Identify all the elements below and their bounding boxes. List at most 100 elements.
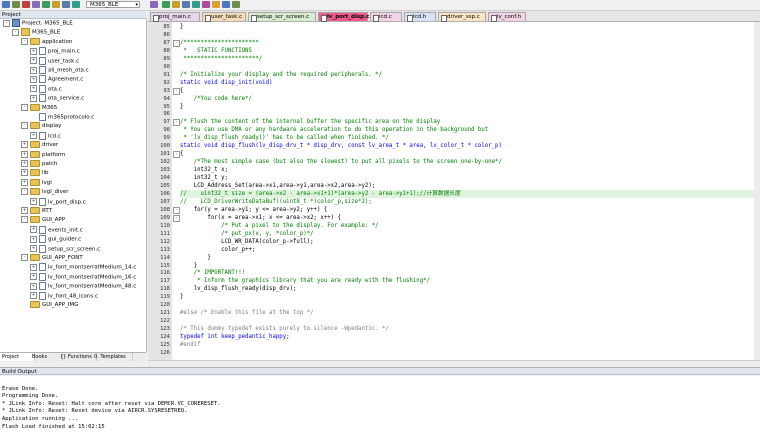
code-line[interactable]: /*You code here*/: [180, 95, 760, 103]
expand-icon[interactable]: +: [30, 94, 37, 102]
expand-icon[interactable]: +: [30, 57, 37, 65]
code-line[interactable]: #endif: [180, 341, 760, 349]
code-line[interactable]: [180, 63, 760, 71]
collapse-icon[interactable]: -: [21, 103, 28, 111]
fold-toggle-icon[interactable]: -: [173, 39, 180, 47]
tree-item[interactable]: - Project: M365_BLE: [3, 19, 73, 28]
tree-item[interactable]: + lvgl: [21, 178, 52, 188]
editor-tab[interactable]: lcd.h: [404, 12, 436, 22]
expand-icon[interactable]: +: [30, 263, 37, 271]
tree-item[interactable]: + lib: [21, 169, 49, 178]
expand-icon[interactable]: +: [30, 292, 37, 300]
toolbar-button[interactable]: [12, 1, 20, 8]
tree-item[interactable]: + setup_scr_screen.c: [30, 244, 100, 254]
code-line[interactable]: lv_disp_flush_ready(disp_drv);: [180, 285, 760, 293]
code-line[interactable]: static void disp_flush(lv_disp_drv_t * d…: [180, 142, 760, 150]
tree-item[interactable]: + lv_font_montserratMedium_48.c: [30, 282, 136, 291]
toolbar-button[interactable]: [202, 1, 210, 8]
expand-icon[interactable]: +: [30, 132, 37, 140]
expand-icon[interactable]: +: [30, 75, 37, 83]
tree-item[interactable]: - M365: [21, 103, 57, 113]
collapse-icon[interactable]: -: [21, 37, 28, 45]
tree-item[interactable]: + RTT: [21, 207, 52, 216]
code-line[interactable]: {: [180, 87, 760, 95]
tree-item[interactable]: + lv_font_montserratMedium_16.c: [30, 272, 136, 282]
tree-item[interactable]: + Agreement.c: [30, 75, 83, 84]
code-line[interactable]: }: [180, 23, 760, 31]
toolbar-button[interactable]: [72, 1, 80, 8]
tree-item[interactable]: + patch: [21, 160, 58, 169]
collapse-icon[interactable]: -: [21, 254, 28, 261]
fold-toggle-icon[interactable]: -: [173, 119, 180, 127]
tree-item[interactable]: + lv_font_montserratMedium_14.c: [30, 263, 136, 272]
toolbar-button[interactable]: [182, 1, 190, 8]
code-line[interactable]: * You can use DMA or any hardware accele…: [180, 126, 760, 134]
expand-icon[interactable]: +: [30, 245, 37, 253]
tree-item[interactable]: - lvgl_diver: [21, 188, 68, 197]
toolbar-button[interactable]: [150, 1, 158, 8]
code-line[interactable]: /* Put a pixel to the display. For examp…: [180, 222, 760, 230]
code-editor[interactable]: 85 86 87 88 89 90 91 92 93 94 95 96 97 98 99 100 101 102 1…: [148, 22, 760, 360]
expand-icon[interactable]: +: [30, 47, 37, 55]
tree-item[interactable]: + user_task.c: [30, 56, 79, 66]
tree-item[interactable]: + proj_main.c: [30, 47, 80, 56]
collapse-icon[interactable]: -: [12, 28, 19, 36]
code-line[interactable]: * Inform the graphics library that you a…: [180, 277, 760, 285]
expand-icon[interactable]: +: [30, 226, 37, 234]
toolbar-button[interactable]: [232, 1, 240, 8]
code-line[interactable]: }: [180, 103, 760, 111]
tree-item[interactable]: + events_init.c: [30, 225, 83, 235]
toolbar-button[interactable]: [172, 1, 180, 8]
expand-icon[interactable]: +: [30, 273, 37, 281]
toolbar-button[interactable]: [162, 1, 170, 8]
editor-tab[interactable]: driver_ssp.c: [438, 12, 486, 22]
code-line[interactable]: [180, 317, 760, 325]
tree-item[interactable]: - display: [21, 122, 62, 131]
expand-icon[interactable]: +: [21, 169, 28, 177]
tree-item[interactable]: - M365_BLE: [12, 28, 60, 37]
code-line[interactable]: **********************/: [180, 55, 760, 63]
tree-item[interactable]: GUI_APP_IMG: [21, 301, 78, 310]
editor-horizontal-scrollbar[interactable]: [148, 360, 760, 367]
tree-item[interactable]: + gui_guider.c: [30, 235, 81, 244]
expand-icon[interactable]: +: [21, 178, 28, 186]
collapse-icon[interactable]: -: [21, 188, 28, 196]
fold-toggle-icon[interactable]: -: [173, 151, 180, 159]
code-line[interactable]: }: [180, 293, 760, 301]
code-line[interactable]: }: [180, 254, 760, 262]
code-line[interactable]: for(x = area->x1; x <= area->x2; x++) {: [180, 214, 760, 222]
code-line[interactable]: /*The most simple case (but also the slo…: [180, 158, 760, 166]
tree-item[interactable]: + platform: [21, 150, 65, 160]
code-line[interactable]: /* Initialize your display and the requi…: [180, 71, 760, 79]
toolbar-button[interactable]: [32, 1, 40, 8]
tree-item[interactable]: + driver: [21, 141, 58, 150]
panel-tab[interactable]: 0. Templates: [92, 353, 133, 361]
code-line[interactable]: typedef int keep_pedantic_happy;: [180, 333, 760, 341]
tree-item[interactable]: + lcd.c: [30, 131, 61, 141]
editor-tab[interactable]: lcd.c: [370, 12, 402, 22]
build-output-pane[interactable]: Erase Done. Programming Done. * JLink Info…: [0, 376, 760, 441]
code-line[interactable]: [180, 31, 760, 39]
toolbar-button[interactable]: [22, 1, 30, 8]
chevron-down-icon[interactable]: ▾: [135, 2, 138, 9]
code-line[interactable]: /* Flush the content of the internal buf…: [180, 118, 760, 126]
expand-icon[interactable]: +: [30, 282, 37, 290]
expand-icon[interactable]: +: [30, 66, 37, 74]
target-select[interactable]: M365_BLE ▾: [86, 1, 140, 8]
code-line[interactable]: /* This dummy typedef exists purely to s…: [180, 325, 760, 333]
tree-item[interactable]: + ota_service.c: [30, 94, 84, 103]
expand-icon[interactable]: +: [30, 235, 37, 243]
editor-tab[interactable]: user_task.c: [202, 12, 246, 22]
editor-tab[interactable]: setup_scr_screen.c: [248, 12, 316, 22]
code-line[interactable]: * STATIC FUNCTIONS: [180, 47, 760, 55]
fold-toggle-icon[interactable]: -: [173, 214, 180, 222]
code-line[interactable]: int32_t x;: [180, 166, 760, 174]
tree-item[interactable]: + ota.c: [30, 84, 62, 94]
collapse-icon[interactable]: -: [21, 216, 28, 224]
toolbar-button[interactable]: [222, 1, 230, 8]
code-line[interactable]: * 'lv_disp_flush_ready()' has to be call…: [180, 134, 760, 142]
editor-tab[interactable]: lv_port_disp.c: [318, 12, 369, 22]
fold-toggle-icon[interactable]: -: [173, 206, 180, 214]
editor-tab[interactable]: lv_conf.h: [488, 12, 526, 22]
code-line[interactable]: {: [180, 150, 760, 158]
